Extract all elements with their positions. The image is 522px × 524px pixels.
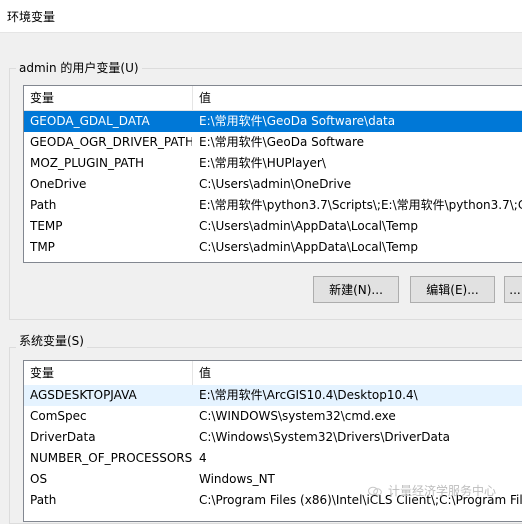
table-row[interactable]: TMP C:\Users\admin\AppData\Local\Temp bbox=[24, 237, 522, 258]
column-header-value[interactable]: 值 bbox=[193, 361, 522, 385]
system-vars-label: 系统变量(S) bbox=[16, 332, 87, 349]
var-value: E:\常用软件\ArcGIS10.4\Desktop10.4\ bbox=[199, 388, 418, 402]
user-vars-header: 变量 值 bbox=[24, 86, 522, 111]
user-vars-label: admin 的用户变量(U) bbox=[16, 59, 142, 76]
watermark-text: 计量经济学服务中心 bbox=[388, 484, 497, 498]
var-value: C:\Users\admin\AppData\Local\Temp bbox=[199, 219, 419, 233]
edit-button[interactable]: 编辑(E)... bbox=[410, 276, 495, 303]
table-row[interactable]: NUMBER_OF_PROCESSORS 4 bbox=[24, 448, 522, 469]
var-value: E:\常用软件\GeoDa Software bbox=[199, 135, 365, 149]
var-value: E:\常用软件\GeoDa Software\data bbox=[199, 114, 396, 128]
column-header-value[interactable]: 值 bbox=[193, 86, 522, 110]
table-row[interactable]: DriverData C:\Windows\System32\Drivers\D… bbox=[24, 427, 522, 448]
var-name: Path bbox=[30, 198, 57, 212]
title-bar: 环境变量 bbox=[0, 0, 522, 33]
table-row[interactable]: GEODA_GDAL_DATA E:\常用软件\GeoDa Software\d… bbox=[24, 111, 522, 132]
var-value: C:\Users\admin\OneDrive bbox=[199, 177, 352, 191]
var-name: DriverData bbox=[30, 430, 96, 444]
table-row[interactable]: GEODA_OGR_DRIVER_PATH E:\常用软件\GeoDa Soft… bbox=[24, 132, 522, 153]
var-name: TEMP bbox=[30, 219, 63, 233]
var-name: Path bbox=[30, 493, 57, 507]
table-row[interactable]: AGSDESKTOPJAVA E:\常用软件\ArcGIS10.4\Deskto… bbox=[24, 385, 522, 406]
table-row[interactable]: ComSpec C:\WINDOWS\system32\cmd.exe bbox=[24, 406, 522, 427]
table-row[interactable]: Path E:\常用软件\python3.7\Scripts\;E:\常用软件\… bbox=[24, 195, 522, 216]
var-name: OneDrive bbox=[30, 177, 87, 191]
var-name: GEODA_OGR_DRIVER_PATH bbox=[30, 135, 192, 149]
column-header-variable[interactable]: 变量 bbox=[24, 86, 192, 110]
var-value: E:\常用软件\HUPlayer\ bbox=[199, 156, 326, 170]
table-row[interactable]: MOZ_PLUGIN_PATH E:\常用软件\HUPlayer\ bbox=[24, 153, 522, 174]
var-value: 4 bbox=[199, 451, 207, 465]
var-name: AGSDESKTOPJAVA bbox=[30, 388, 137, 402]
table-row[interactable]: OneDrive C:\Users\admin\OneDrive bbox=[24, 174, 522, 195]
var-name: OS bbox=[30, 472, 48, 486]
var-name: MOZ_PLUGIN_PATH bbox=[30, 156, 145, 170]
system-vars-header: 变量 值 bbox=[24, 361, 522, 386]
var-name: NUMBER_OF_PROCESSORS bbox=[30, 451, 192, 465]
var-value: C:\Users\admin\AppData\Local\Temp bbox=[199, 240, 419, 254]
var-name: ComSpec bbox=[30, 409, 87, 423]
var-value: C:\Windows\System32\Drivers\DriverData bbox=[199, 430, 450, 444]
var-name: TMP bbox=[30, 240, 55, 254]
wechat-icon bbox=[368, 486, 382, 496]
column-header-variable[interactable]: 变量 bbox=[24, 361, 192, 385]
delete-button[interactable]: ... bbox=[504, 276, 522, 303]
var-value: C:\WINDOWS\system32\cmd.exe bbox=[199, 409, 396, 423]
table-row[interactable]: TEMP C:\Users\admin\AppData\Local\Temp bbox=[24, 216, 522, 237]
new-button[interactable]: 新建(N)... bbox=[313, 276, 399, 303]
var-name: GEODA_GDAL_DATA bbox=[30, 114, 150, 128]
var-value: E:\常用软件\python3.7\Scripts\;E:\常用软件\pytho… bbox=[199, 198, 522, 212]
user-vars-list[interactable]: 变量 值 GEODA_GDAL_DATA E:\常用软件\GeoDa Softw… bbox=[23, 85, 522, 263]
window-title: 环境变量 bbox=[7, 10, 56, 24]
